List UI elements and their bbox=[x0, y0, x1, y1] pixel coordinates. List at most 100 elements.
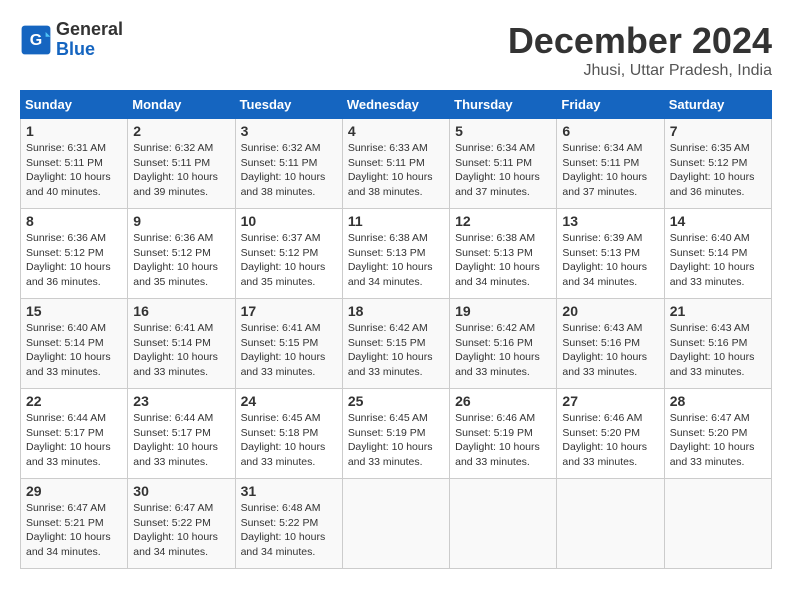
day-info: Sunrise: 6:41 AM Sunset: 5:14 PM Dayligh… bbox=[133, 321, 229, 380]
day-info: Sunrise: 6:32 AM Sunset: 5:11 PM Dayligh… bbox=[133, 141, 229, 200]
day-info: Sunrise: 6:37 AM Sunset: 5:12 PM Dayligh… bbox=[241, 231, 337, 290]
day-number: 19 bbox=[455, 303, 551, 319]
day-info: Sunrise: 6:48 AM Sunset: 5:22 PM Dayligh… bbox=[241, 501, 337, 560]
day-info: Sunrise: 6:46 AM Sunset: 5:19 PM Dayligh… bbox=[455, 411, 551, 470]
day-number: 7 bbox=[670, 123, 766, 139]
calendar-cell: 16Sunrise: 6:41 AM Sunset: 5:14 PM Dayli… bbox=[128, 299, 235, 389]
day-number: 29 bbox=[26, 483, 122, 499]
weekday-header-thursday: Thursday bbox=[450, 91, 557, 119]
day-info: Sunrise: 6:47 AM Sunset: 5:22 PM Dayligh… bbox=[133, 501, 229, 560]
day-info: Sunrise: 6:45 AM Sunset: 5:19 PM Dayligh… bbox=[348, 411, 444, 470]
day-info: Sunrise: 6:40 AM Sunset: 5:14 PM Dayligh… bbox=[670, 231, 766, 290]
calendar-cell bbox=[342, 479, 449, 569]
day-info: Sunrise: 6:38 AM Sunset: 5:13 PM Dayligh… bbox=[455, 231, 551, 290]
calendar-cell: 2 Sunrise: 6:32 AM Sunset: 5:11 PM Daylig… bbox=[128, 119, 235, 209]
weekday-header-wednesday: Wednesday bbox=[342, 91, 449, 119]
calendar-cell: 8 Sunrise: 6:36 AM Sunset: 5:12 PM Daylig… bbox=[21, 209, 128, 299]
weekday-header-sunday: Sunday bbox=[21, 91, 128, 119]
calendar-cell: 20 Sunrise: 6:43 AM Sunset: 5:16 PM Dayli… bbox=[557, 299, 664, 389]
day-info: Sunrise: 6:39 AM Sunset: 5:13 PM Dayligh… bbox=[562, 231, 658, 290]
day-info: Sunrise: 6:44 AM Sunset: 5:17 PM Dayligh… bbox=[133, 411, 229, 470]
day-number: 15 bbox=[26, 303, 122, 319]
week-row-1: 1 Sunrise: 6:31 AM Sunset: 5:11 PM Daylig… bbox=[21, 119, 772, 209]
calendar-cell: 3 Sunrise: 6:32 AM Sunset: 5:11 PM Daylig… bbox=[235, 119, 342, 209]
calendar-cell: 6 Sunrise: 6:34 AM Sunset: 5:11 PM Daylig… bbox=[557, 119, 664, 209]
day-info: Sunrise: 6:47 AM Sunset: 5:20 PM Dayligh… bbox=[670, 411, 766, 470]
logo: G General Blue bbox=[20, 20, 123, 60]
weekday-header-row: SundayMondayTuesdayWednesdayThursdayFrid… bbox=[21, 91, 772, 119]
page-header: G General Blue December 2024 Jhusi, Utta… bbox=[20, 20, 772, 80]
day-info: Sunrise: 6:41 AM Sunset: 5:15 PM Dayligh… bbox=[241, 321, 337, 380]
location-title: Jhusi, Uttar Pradesh, India bbox=[508, 62, 772, 80]
day-info: Sunrise: 6:42 AM Sunset: 5:15 PM Dayligh… bbox=[348, 321, 444, 380]
day-info: Sunrise: 6:34 AM Sunset: 5:11 PM Dayligh… bbox=[455, 141, 551, 200]
day-number: 17 bbox=[241, 303, 337, 319]
calendar-cell: 13 Sunrise: 6:39 AM Sunset: 5:13 PM Dayli… bbox=[557, 209, 664, 299]
day-number: 3 bbox=[241, 123, 337, 139]
day-info: Sunrise: 6:32 AM Sunset: 5:11 PM Dayligh… bbox=[241, 141, 337, 200]
calendar-cell: 18 Sunrise: 6:42 AM Sunset: 5:15 PM Dayli… bbox=[342, 299, 449, 389]
day-info: Sunrise: 6:43 AM Sunset: 5:16 PM Dayligh… bbox=[562, 321, 658, 380]
calendar-table: SundayMondayTuesdayWednesdayThursdayFrid… bbox=[20, 90, 772, 569]
calendar-cell: 14Sunrise: 6:40 AM Sunset: 5:14 PM Dayli… bbox=[664, 209, 771, 299]
calendar-body: 1 Sunrise: 6:31 AM Sunset: 5:11 PM Daylig… bbox=[21, 119, 772, 569]
day-info: Sunrise: 6:46 AM Sunset: 5:20 PM Dayligh… bbox=[562, 411, 658, 470]
day-number: 25 bbox=[348, 393, 444, 409]
day-info: Sunrise: 6:45 AM Sunset: 5:18 PM Dayligh… bbox=[241, 411, 337, 470]
day-info: Sunrise: 6:43 AM Sunset: 5:16 PM Dayligh… bbox=[670, 321, 766, 380]
week-row-2: 8 Sunrise: 6:36 AM Sunset: 5:12 PM Daylig… bbox=[21, 209, 772, 299]
day-number: 23 bbox=[133, 393, 229, 409]
day-number: 31 bbox=[241, 483, 337, 499]
logo-line1: General bbox=[56, 20, 123, 40]
day-number: 8 bbox=[26, 213, 122, 229]
day-info: Sunrise: 6:36 AM Sunset: 5:12 PM Dayligh… bbox=[133, 231, 229, 290]
logo-line2: Blue bbox=[56, 40, 123, 60]
day-info: Sunrise: 6:44 AM Sunset: 5:17 PM Dayligh… bbox=[26, 411, 122, 470]
calendar-cell: 17 Sunrise: 6:41 AM Sunset: 5:15 PM Dayli… bbox=[235, 299, 342, 389]
day-number: 21 bbox=[670, 303, 766, 319]
calendar-cell: 11 Sunrise: 6:38 AM Sunset: 5:13 PM Dayli… bbox=[342, 209, 449, 299]
day-info: Sunrise: 6:36 AM Sunset: 5:12 PM Dayligh… bbox=[26, 231, 122, 290]
day-info: Sunrise: 6:34 AM Sunset: 5:11 PM Dayligh… bbox=[562, 141, 658, 200]
day-info: Sunrise: 6:42 AM Sunset: 5:16 PM Dayligh… bbox=[455, 321, 551, 380]
title-area: December 2024 Jhusi, Uttar Pradesh, Indi… bbox=[508, 20, 772, 80]
day-number: 2 bbox=[133, 123, 229, 139]
calendar-cell: 22Sunrise: 6:44 AM Sunset: 5:17 PM Dayli… bbox=[21, 389, 128, 479]
calendar-cell: 10 Sunrise: 6:37 AM Sunset: 5:12 PM Dayli… bbox=[235, 209, 342, 299]
calendar-cell: 21 Sunrise: 6:43 AM Sunset: 5:16 PM Dayli… bbox=[664, 299, 771, 389]
calendar-cell: 29Sunrise: 6:47 AM Sunset: 5:21 PM Dayli… bbox=[21, 479, 128, 569]
week-row-3: 15 Sunrise: 6:40 AM Sunset: 5:14 PM Dayli… bbox=[21, 299, 772, 389]
day-number: 18 bbox=[348, 303, 444, 319]
day-number: 12 bbox=[455, 213, 551, 229]
day-number: 26 bbox=[455, 393, 551, 409]
day-info: Sunrise: 6:40 AM Sunset: 5:14 PM Dayligh… bbox=[26, 321, 122, 380]
day-number: 24 bbox=[241, 393, 337, 409]
day-number: 20 bbox=[562, 303, 658, 319]
weekday-header-saturday: Saturday bbox=[664, 91, 771, 119]
day-info: Sunrise: 6:31 AM Sunset: 5:11 PM Dayligh… bbox=[26, 141, 122, 200]
day-number: 6 bbox=[562, 123, 658, 139]
calendar-cell: 24 Sunrise: 6:45 AM Sunset: 5:18 PM Dayli… bbox=[235, 389, 342, 479]
day-number: 27 bbox=[562, 393, 658, 409]
svg-text:G: G bbox=[30, 32, 42, 49]
day-info: Sunrise: 6:35 AM Sunset: 5:12 PM Dayligh… bbox=[670, 141, 766, 200]
calendar-cell: 31 Sunrise: 6:48 AM Sunset: 5:22 PM Dayli… bbox=[235, 479, 342, 569]
day-number: 10 bbox=[241, 213, 337, 229]
day-number: 1 bbox=[26, 123, 122, 139]
day-info: Sunrise: 6:38 AM Sunset: 5:13 PM Dayligh… bbox=[348, 231, 444, 290]
day-number: 11 bbox=[348, 213, 444, 229]
calendar-cell bbox=[664, 479, 771, 569]
day-number: 13 bbox=[562, 213, 658, 229]
weekday-header-tuesday: Tuesday bbox=[235, 91, 342, 119]
week-row-5: 29Sunrise: 6:47 AM Sunset: 5:21 PM Dayli… bbox=[21, 479, 772, 569]
calendar-cell: 28 Sunrise: 6:47 AM Sunset: 5:20 PM Dayli… bbox=[664, 389, 771, 479]
calendar-cell: 12 Sunrise: 6:38 AM Sunset: 5:13 PM Dayli… bbox=[450, 209, 557, 299]
calendar-cell: 25 Sunrise: 6:45 AM Sunset: 5:19 PM Dayli… bbox=[342, 389, 449, 479]
calendar-cell: 23 Sunrise: 6:44 AM Sunset: 5:17 PM Dayli… bbox=[128, 389, 235, 479]
calendar-cell: 15 Sunrise: 6:40 AM Sunset: 5:14 PM Dayli… bbox=[21, 299, 128, 389]
calendar-cell: 4Sunrise: 6:33 AM Sunset: 5:11 PM Daylig… bbox=[342, 119, 449, 209]
weekday-header-friday: Friday bbox=[557, 91, 664, 119]
day-number: 28 bbox=[670, 393, 766, 409]
calendar-cell: 26 Sunrise: 6:46 AM Sunset: 5:19 PM Dayli… bbox=[450, 389, 557, 479]
day-info: Sunrise: 6:33 AM Sunset: 5:11 PM Dayligh… bbox=[348, 141, 444, 200]
